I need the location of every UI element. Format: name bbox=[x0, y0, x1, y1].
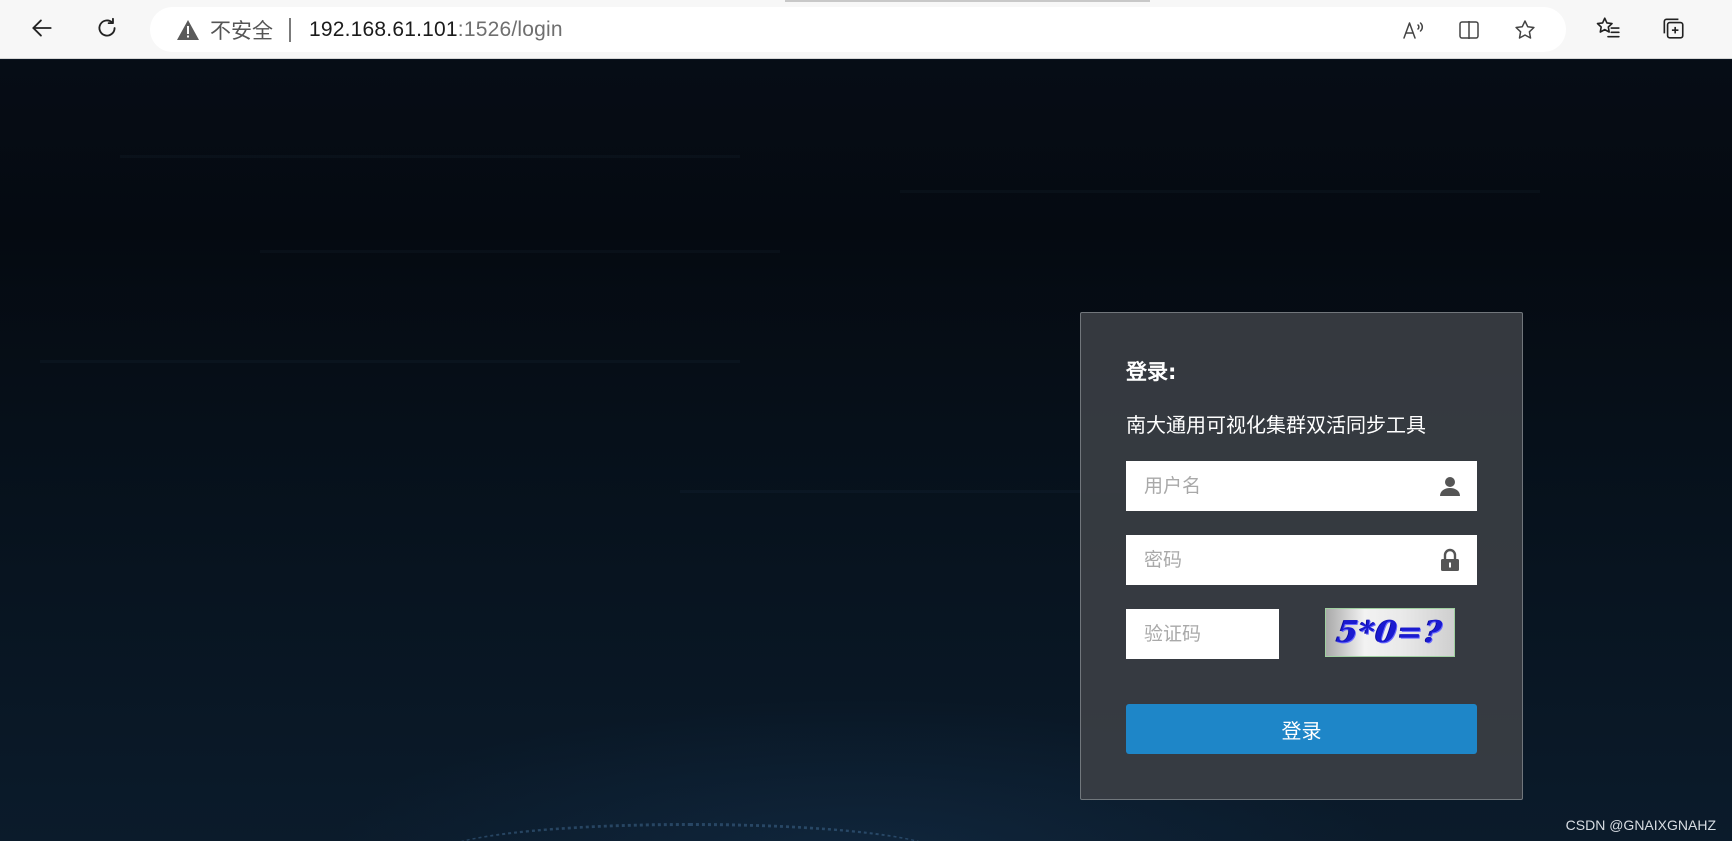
favorite-button[interactable] bbox=[1508, 13, 1542, 47]
tab-strip-edge bbox=[785, 0, 1150, 2]
url-host: 192.168.61.101 bbox=[309, 17, 458, 41]
lock-icon bbox=[1437, 547, 1463, 573]
url-text[interactable]: 192.168.61.101:1526/login bbox=[309, 18, 563, 42]
collections-icon bbox=[1660, 15, 1686, 45]
collections-button[interactable] bbox=[1655, 12, 1691, 48]
browser-toolbar: 不安全 192.168.61.101:1526/login bbox=[0, 0, 1732, 59]
captcha-image[interactable]: 5*0=? bbox=[1325, 608, 1455, 657]
read-aloud-icon bbox=[1403, 21, 1424, 39]
password-input[interactable] bbox=[1126, 535, 1477, 585]
background-streak bbox=[40, 360, 740, 363]
watermark: CSDN @GNAIXGNAHZ bbox=[1565, 817, 1716, 833]
background-streak bbox=[260, 250, 780, 253]
warning-triangle-icon[interactable] bbox=[176, 18, 200, 42]
url-path: :1526/login bbox=[457, 17, 563, 41]
security-status[interactable]: 不安全 bbox=[210, 15, 273, 45]
favorites-list-icon bbox=[1595, 15, 1621, 45]
back-arrow-icon bbox=[29, 15, 55, 45]
app-subtitle: 南大通用可视化集群双活同步工具 bbox=[1126, 413, 1426, 437]
back-button[interactable] bbox=[24, 12, 60, 48]
read-aloud-button[interactable] bbox=[1396, 13, 1430, 47]
username-input[interactable] bbox=[1126, 461, 1477, 511]
address-bar[interactable]: 不安全 192.168.61.101:1526/login bbox=[150, 7, 1566, 52]
refresh-button[interactable] bbox=[89, 12, 125, 48]
captcha-field-wrapper bbox=[1126, 609, 1279, 659]
login-panel: 登录: 南大通用可视化集群双活同步工具 用户名 验证码 5*0=? 登录 bbox=[1080, 312, 1523, 800]
star-icon bbox=[1515, 19, 1535, 39]
captcha-input[interactable] bbox=[1126, 609, 1279, 659]
favorites-button[interactable] bbox=[1590, 12, 1626, 48]
user-icon bbox=[1437, 473, 1463, 499]
password-field-wrapper bbox=[1126, 535, 1477, 585]
background-arc bbox=[440, 823, 940, 841]
login-page: 登录: 南大通用可视化集群双活同步工具 用户名 验证码 5*0=? 登录 CSD… bbox=[0, 60, 1732, 841]
split-screen-icon bbox=[1459, 20, 1479, 39]
split-screen-button[interactable] bbox=[1452, 13, 1486, 47]
background-streak bbox=[120, 155, 740, 158]
login-button[interactable]: 登录 bbox=[1126, 704, 1477, 754]
login-title: 登录: bbox=[1126, 360, 1177, 384]
background-streak bbox=[900, 190, 1540, 193]
address-separator bbox=[289, 17, 291, 42]
refresh-icon bbox=[94, 15, 120, 45]
username-field-wrapper bbox=[1126, 461, 1477, 511]
captcha-text: 5*0=? bbox=[1334, 615, 1446, 650]
